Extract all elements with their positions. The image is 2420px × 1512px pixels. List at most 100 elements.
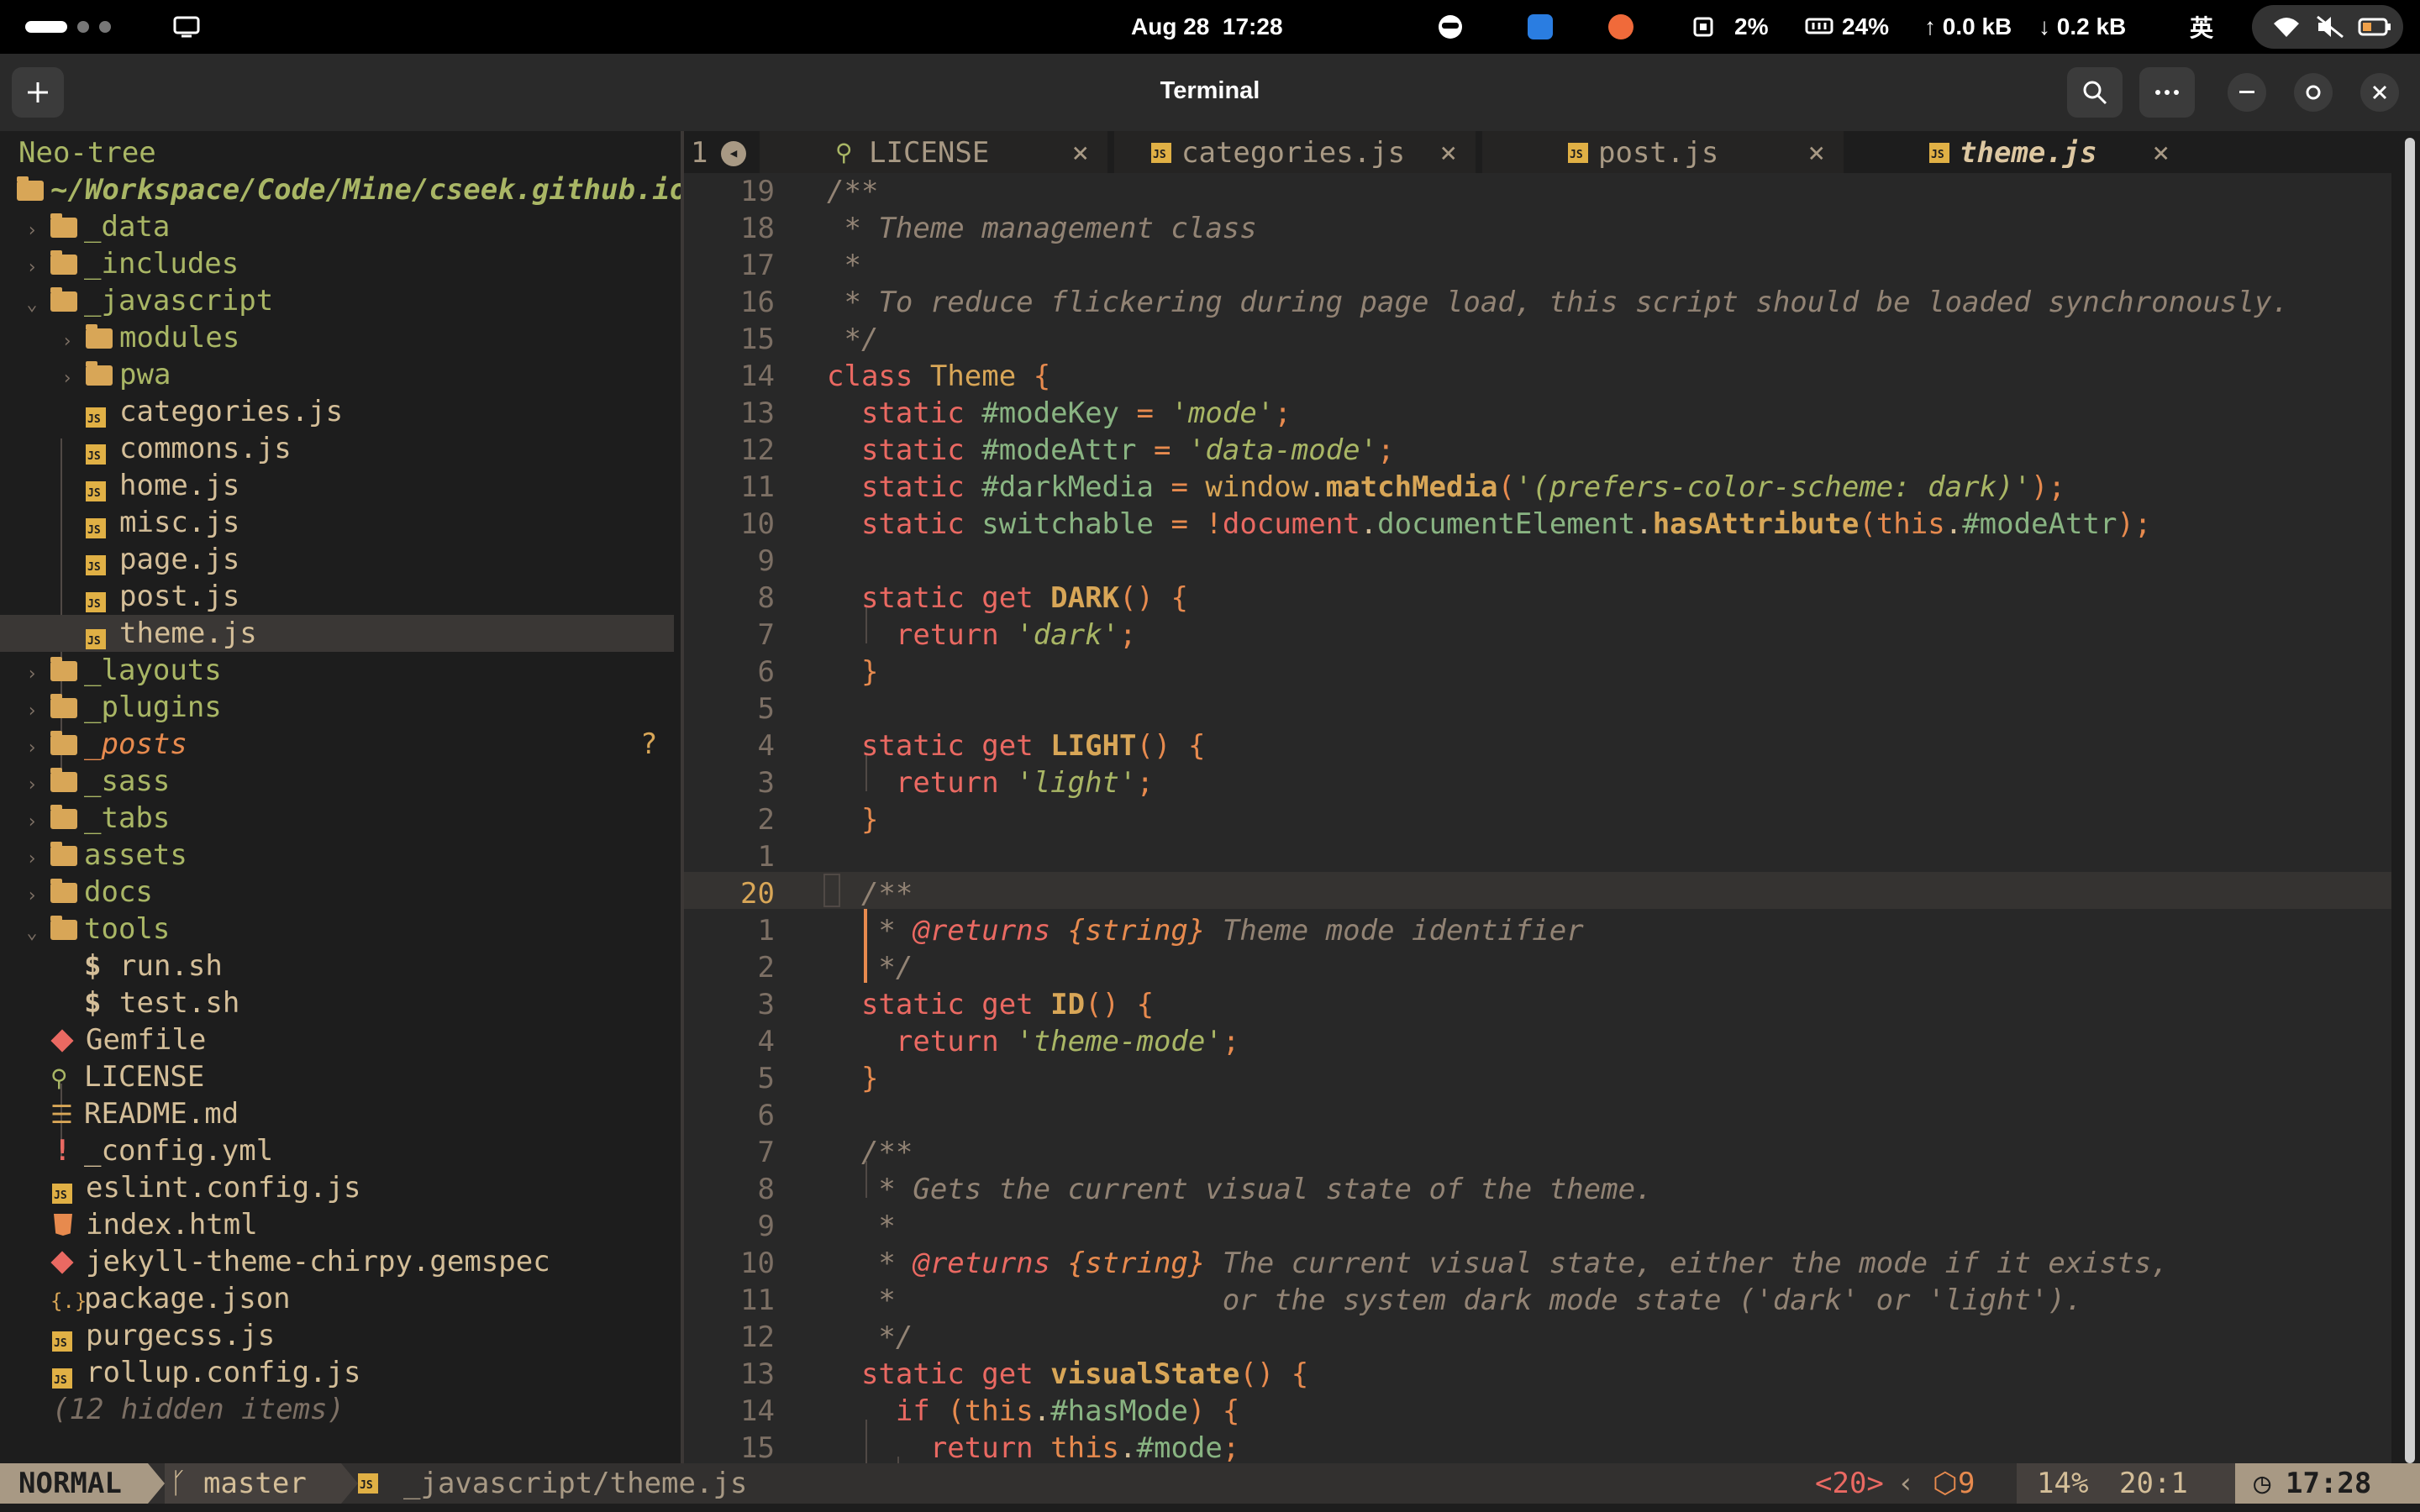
diagnostics-count[interactable]: ⬡9 [1933,1463,1975,1504]
tree-item-includes[interactable]: › _includes [0,245,674,282]
tree-item-assets[interactable]: › assets [0,837,674,874]
tab-license[interactable]: ⚲ LICENSE × [760,131,1107,175]
tree-item-purgecss[interactable]: JS purgecss.js [0,1317,674,1354]
tree-item-license[interactable]: ⚲ LICENSE [0,1058,674,1095]
tab-close-icon[interactable]: × [2153,131,2170,175]
tree-item-test-sh[interactable]: $ test.sh [0,984,674,1021]
javascript-icon: JS [86,481,106,501]
tree-item-readme[interactable]: ☰ README.md [0,1095,674,1132]
system-top-bar: Aug 28 17:28 2% 24% ↑ 0.0 kB ↓ 0.2 kB 英 [0,0,2420,54]
tab-post-js[interactable]: JS post.js × [1482,131,1844,175]
tree-item-post-js[interactable]: JS post.js [0,578,674,615]
tree-item-page-js[interactable]: JS page.js [0,541,674,578]
cpu-usage: 2% [1734,13,1769,39]
tree-item-gemfile[interactable]: Gemfile [0,1021,674,1058]
tree-item-tabs[interactable]: › _tabs [0,800,674,837]
line-number: 10 [740,1247,775,1280]
javascript-icon: JS [52,1184,72,1204]
folder-open-icon [50,287,77,312]
javascript-icon: JS [1151,143,1171,163]
menu-button[interactable] [2139,67,2195,118]
scrollbar-thumb[interactable] [2405,138,2415,1463]
tree-item-commons-js[interactable]: JS commons.js [0,430,674,467]
battery-icon [2358,18,2391,36]
javascript-icon: JS [1568,143,1588,163]
code-line: static #modeKey = 'mode'; [860,396,1292,430]
folder-open-icon [17,176,44,201]
tree-item-categories-js[interactable]: JS categories.js [0,393,674,430]
license-icon: ⚲ [50,1064,68,1092]
javascript-icon: JS [86,555,106,575]
ruby-icon [50,1251,74,1274]
javascript-icon: JS [358,1473,378,1494]
tree-item-package-json[interactable]: {.}package.json [0,1280,674,1317]
tree-item-layouts[interactable]: › _layouts [0,652,674,689]
line-number: 19 [740,175,775,208]
tree-item-data[interactable]: › _data [0,208,674,245]
search-button[interactable] [2067,67,2123,118]
chevron-right-icon: › [26,664,38,685]
tree-item-config-yml[interactable]: ! _config.yml [0,1132,674,1169]
clock-icon: ◷ [2254,1467,2271,1500]
workspace-indicator[interactable] [25,0,111,54]
code-line: /** [827,877,913,911]
tree-item-index-html[interactable]: index.html [0,1206,674,1243]
tree-root[interactable]: ~/Workspace/Code/Mine/cseek.github.io [0,171,681,208]
line-number: 7 [757,618,775,652]
tab-theme-js[interactable]: JS theme.js × [1850,131,2188,175]
separator-arrow [341,1463,358,1504]
shell-script-icon: $ [84,986,102,1020]
window-overview-icon[interactable] [173,0,200,54]
tree-item-docs[interactable]: › docs [0,874,674,911]
maximize-button[interactable] [2294,73,2333,112]
code-line: * Gets the current visual state of the t… [827,1173,1653,1206]
tree-item-eslint-config[interactable]: JS eslint.config.js [0,1169,674,1206]
line-number: 1 [757,914,775,948]
line-number: 14 [740,1394,775,1428]
restore-icon [2306,85,2321,100]
code-editor[interactable]: 19 18 17 16 15 14 13 12 11 10 9 8 7 6 5 … [684,173,2391,1463]
wifi-icon [2274,18,2299,37]
chevron-right-icon: › [26,701,38,722]
git-branch[interactable]: ᚴ master [165,1463,341,1504]
tab-categories-js[interactable]: JS categories.js × [1114,131,1476,175]
tree-item-modules[interactable]: › modules [0,319,674,356]
tree-item-theme-js[interactable]: JS theme.js [0,615,674,652]
tree-item-plugins[interactable]: › _plugins [0,689,674,726]
line-number: 10 [740,507,775,541]
clock[interactable]: Aug 28 17:28 [1131,0,1283,54]
net-download: ↓ 0.2 kB [2039,13,2127,39]
chevron-right-icon: › [26,220,38,241]
tree-item-gemspec[interactable]: jekyll-theme-chirpy.gemspec [0,1243,674,1280]
code-line: */ [827,1320,913,1354]
input-method-indicator[interactable]: 英 [2190,0,2213,54]
git-untracked-status: ? [640,727,658,761]
tree-item-run-sh[interactable]: $ run.sh [0,948,674,984]
minimize-button[interactable] [2228,73,2266,112]
tray-app-icon-1[interactable] [1437,0,1464,54]
folder-icon [50,250,77,275]
tab-close-icon[interactable]: × [1440,131,1457,175]
folder-icon [50,879,77,903]
hidden-items-note[interactable]: (12 hidden items) [0,1391,674,1428]
tree-item-rollup-config[interactable]: JS rollup.config.js [0,1354,674,1391]
line-number: 12 [740,433,775,467]
tab-close-icon[interactable]: × [1808,131,1825,175]
close-button[interactable] [2360,73,2399,112]
tray-app-icon-3[interactable] [1608,0,1634,54]
tree-item-sass[interactable]: › _sass [0,763,674,800]
code-line: static get DARK() { [860,581,1188,615]
javascript-icon: JS [86,629,106,649]
tree-item-pwa[interactable]: › pwa [0,356,674,393]
tree-item-home-js[interactable]: JS home.js [0,467,674,504]
line-number: 6 [757,655,775,689]
arrow-left-icon[interactable]: ◂ [721,141,746,166]
tree-item-tools[interactable]: ⌄ tools [0,911,674,948]
system-status-menu[interactable] [2252,5,2403,49]
tree-item-misc-js[interactable]: JS misc.js [0,504,674,541]
chevron-right-icon: › [26,738,38,759]
tab-close-icon[interactable]: × [1072,131,1089,175]
tree-item-javascript[interactable]: ⌄ _javascript [0,282,674,319]
tree-item-posts[interactable]: › _posts? [0,726,674,763]
tray-app-icon-2[interactable] [1528,0,1553,54]
